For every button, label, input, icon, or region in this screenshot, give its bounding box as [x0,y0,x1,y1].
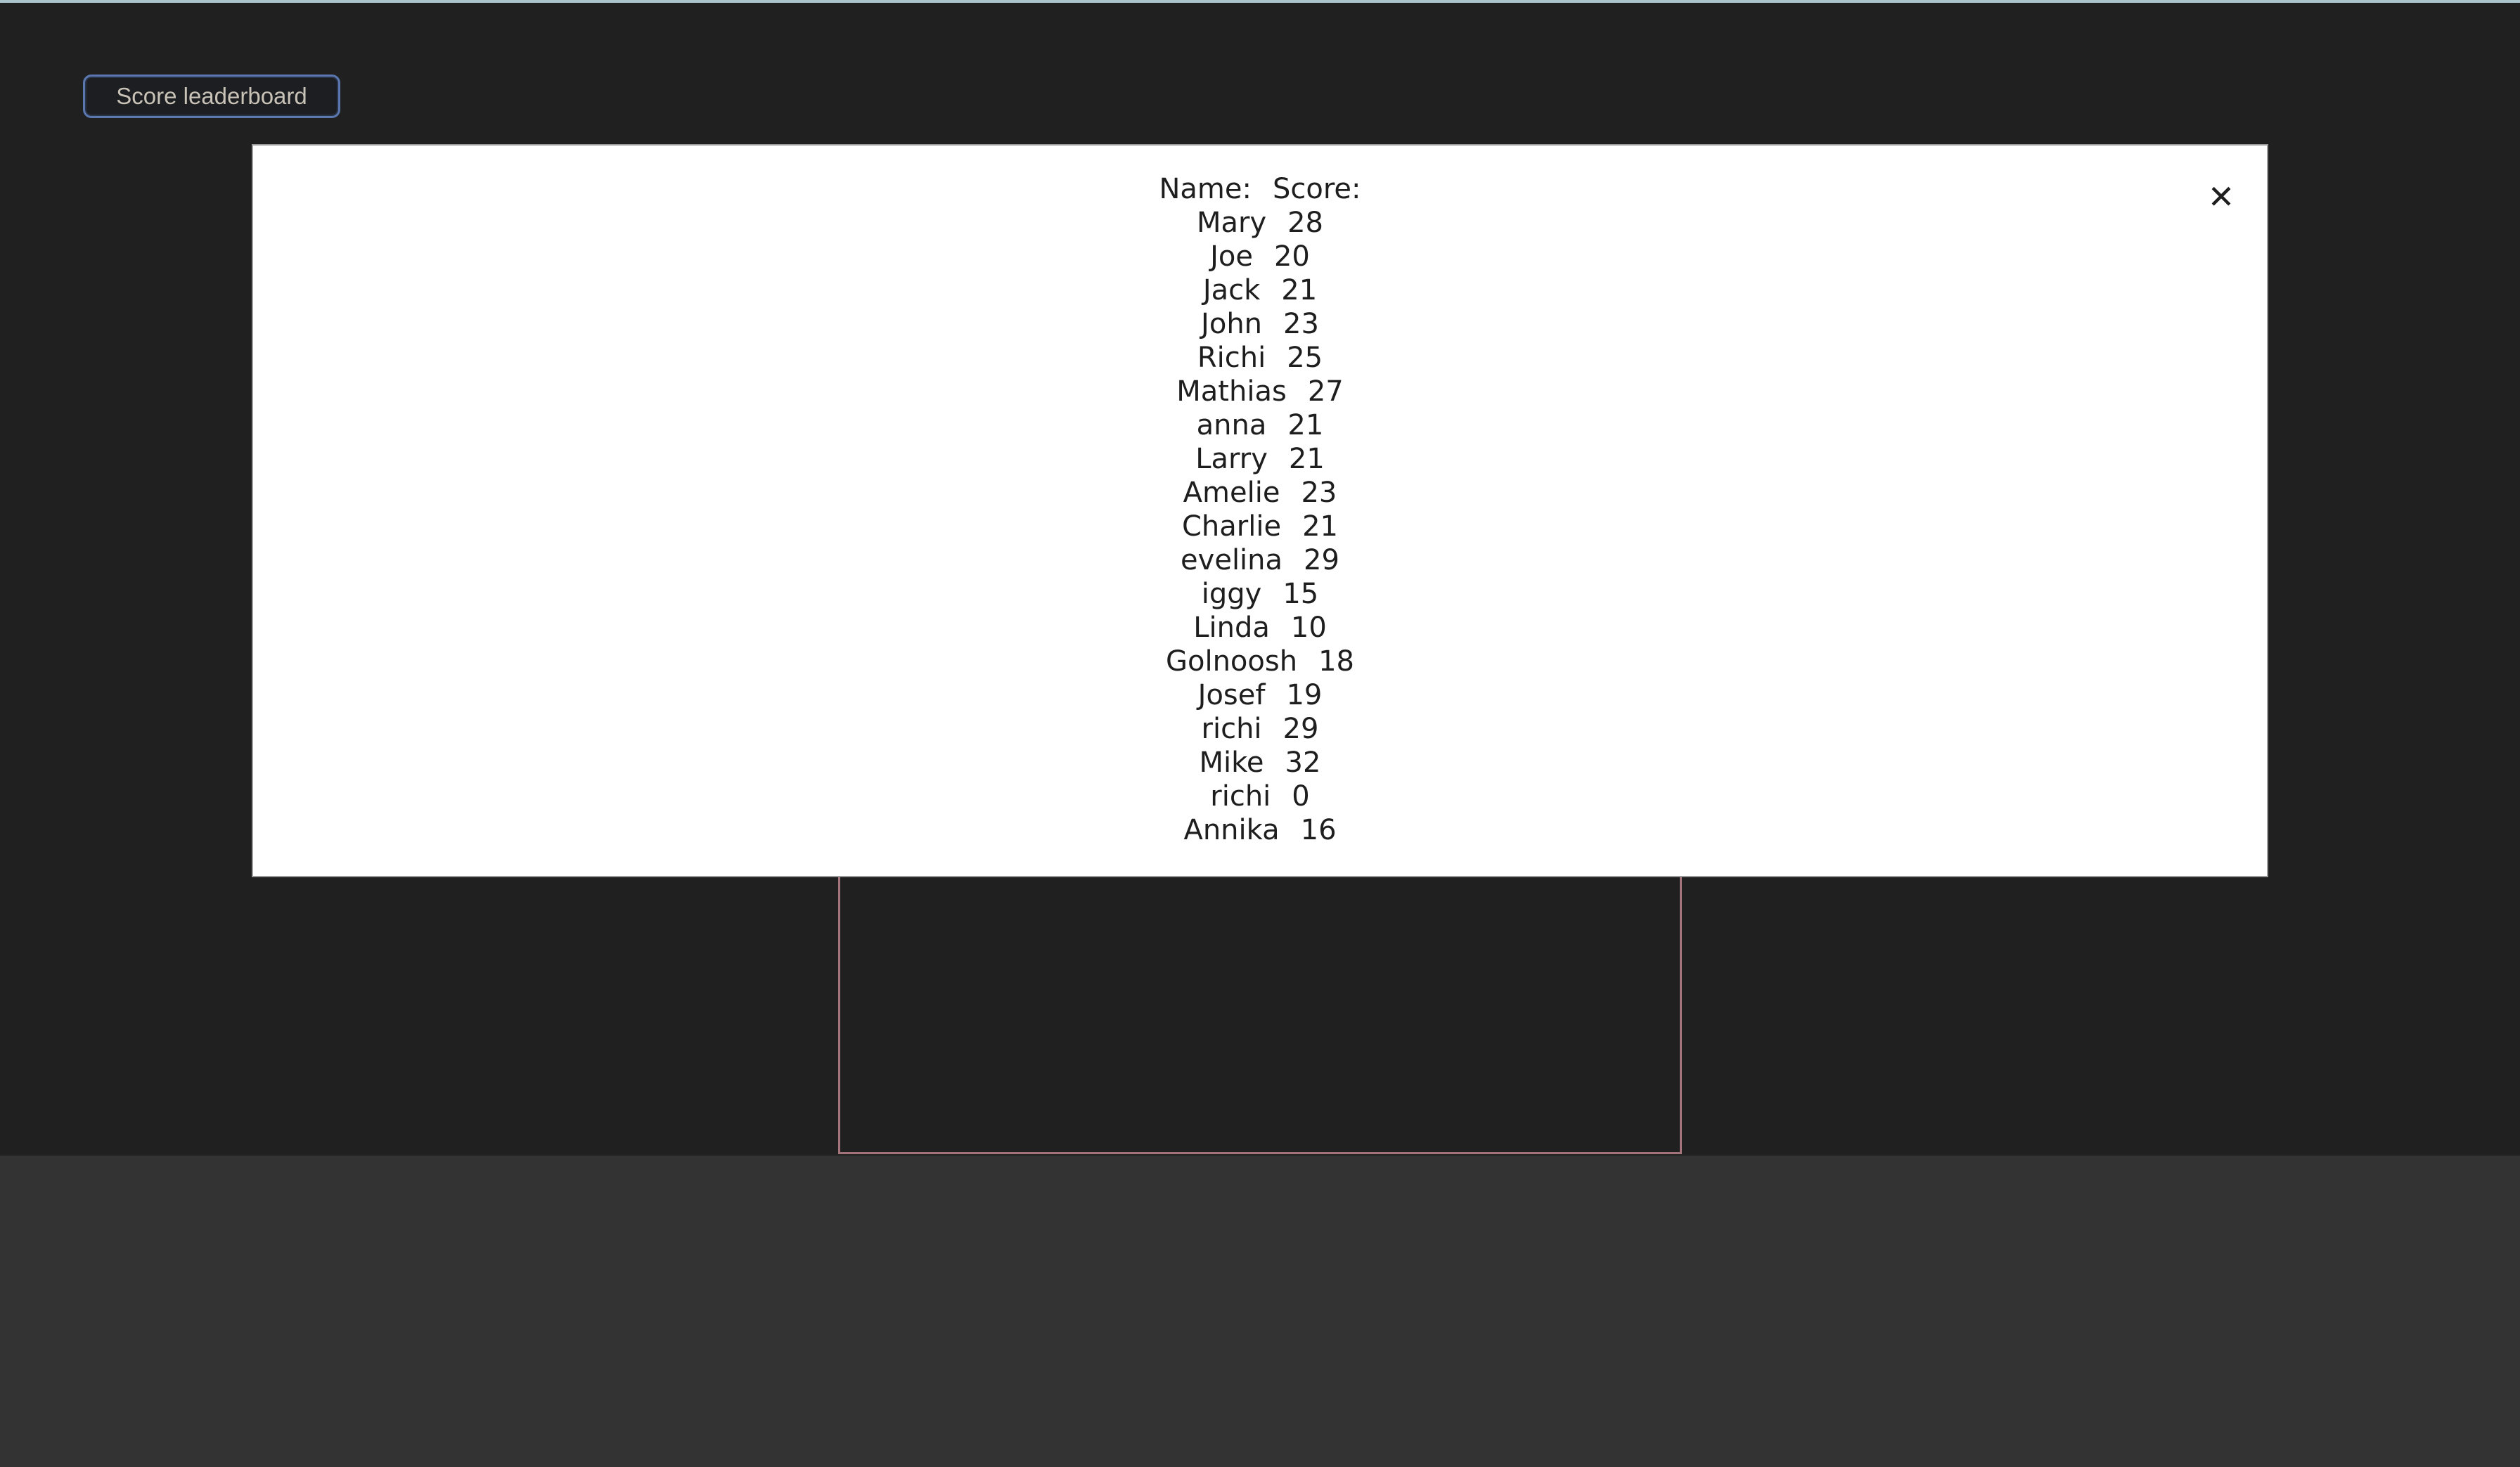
player-score: 16 [1300,814,1337,846]
leaderboard-modal: ✕ Name: Score: Mary 28 Joe 20 Jack 21 John 23 Ric… [252,144,2268,877]
leaderboard-row: Mary 28 [253,206,2267,240]
player-name: Jack [1202,274,1261,306]
player-score: 21 [1281,274,1318,306]
player-score: 18 [1318,645,1354,678]
name-column-header: Name: [1159,173,1252,205]
leaderboard-row: Mike 32 [253,746,2267,780]
player-score: 25 [1287,342,1323,374]
player-score: 32 [1285,747,1321,779]
leaderboard-row: richi 0 [253,780,2267,813]
leaderboard-row: John 23 [253,307,2267,341]
player-name: Golnoosh [1166,645,1298,678]
player-name: Annika [1183,814,1280,846]
leaderboard-row: Richi 25 [253,341,2267,375]
player-name: Mike [1199,747,1264,779]
player-name: Charlie [1182,510,1282,543]
player-score: 27 [1307,375,1344,408]
leaderboard-row: evelina 29 [253,543,2267,577]
player-score: 23 [1301,477,1337,509]
player-score: 19 [1286,679,1323,711]
leaderboard-row: Larry 21 [253,442,2267,476]
player-score: 15 [1282,578,1319,610]
player-name: Amelie [1183,477,1280,509]
leaderboard-row: Mathias 27 [253,375,2267,408]
player-name: Josef [1197,679,1266,711]
player-name: anna [1196,409,1267,441]
player-name: Larry [1195,443,1268,475]
player-name: evelina [1181,544,1283,576]
player-score: 29 [1304,544,1339,576]
top-accent-line [0,0,2520,3]
leaderboard-list: Name: Score: Mary 28 Joe 20 Jack 21 John 23 Richi… [253,172,2267,847]
player-score: 20 [1273,240,1310,273]
player-name: Mathias [1176,375,1287,408]
leaderboard-header: Name: Score: [253,172,2267,206]
player-score: 28 [1287,207,1324,239]
leaderboard-row: Joe 20 [253,240,2267,273]
player-name: richi [1201,713,1262,745]
player-name: Richi [1197,342,1266,374]
leaderboard-row: Linda 10 [253,611,2267,645]
player-score: 21 [1287,409,1324,441]
player-name: richi [1210,780,1271,813]
player-score: 21 [1288,443,1325,475]
leaderboard-row: Golnoosh 18 [253,645,2267,678]
leaderboard-row: Jack 21 [253,273,2267,307]
leaderboard-row: Amelie 23 [253,476,2267,510]
player-score: 23 [1283,308,1319,340]
player-score: 29 [1282,713,1319,745]
player-name: Joe [1210,240,1253,273]
player-name: iggy [1201,578,1262,610]
score-leaderboard-button[interactable]: Score leaderboard [83,75,340,118]
leaderboard-row: Josef 19 [253,678,2267,712]
leaderboard-row: anna 21 [253,408,2267,442]
leaderboard-entries: Mary 28 Joe 20 Jack 21 John 23 Richi 25 Mathias 27 a… [253,206,2267,847]
leaderboard-row: Charlie 21 [253,510,2267,543]
player-score: 10 [1290,612,1327,644]
score-column-header: Score: [1272,173,1361,205]
player-name: Linda [1193,612,1270,644]
game-canvas[interactable] [838,876,1682,1154]
player-name: John [1201,308,1263,340]
leaderboard-row: richi 29 [253,712,2267,746]
player-score: 0 [1292,780,1310,813]
player-name: Mary [1196,207,1267,239]
leaderboard-row: Annika 16 [253,813,2267,847]
leaderboard-row: iggy 15 [253,577,2267,611]
player-score: 21 [1302,510,1338,543]
